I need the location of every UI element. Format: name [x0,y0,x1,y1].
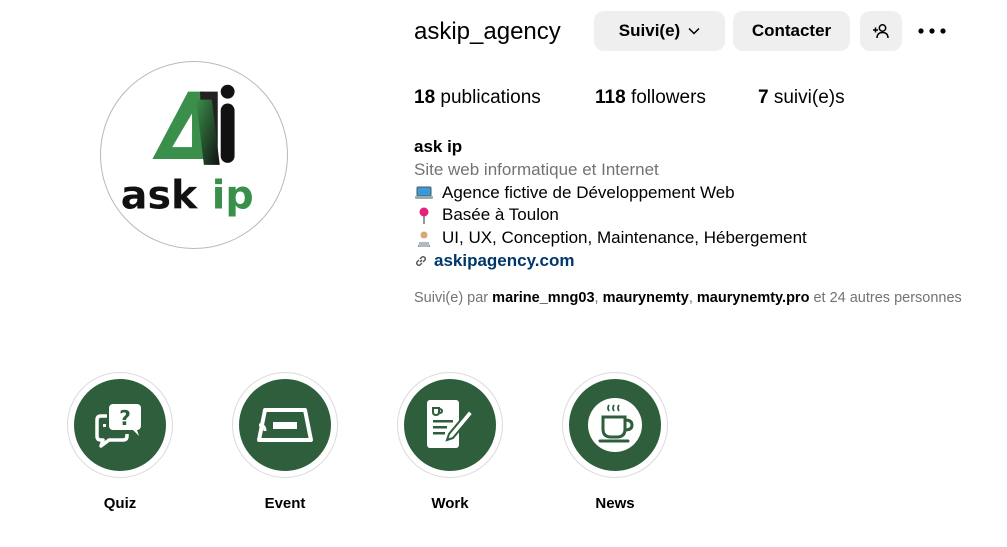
publications-label: publications [440,87,541,108]
highlight-label: Event [264,495,306,512]
bio-line: Agence fictive de Développement Web [414,182,807,205]
followed-by-prefix: Suivi(e) par [414,290,489,306]
highlight-quiz[interactable]: ? Quiz [67,372,173,512]
contact-button-label: Contacter [751,21,832,40]
highlight-ring [232,372,338,478]
highlight-label: Work [431,495,469,512]
highlight-cover [239,379,331,471]
bio-line: Basée à Toulon [414,204,807,227]
logo-ip-text: ip [212,172,254,218]
stat-followers[interactable]: 118 followers [595,87,706,109]
followed-by-user[interactable]: maurynemty.pro [697,290,810,306]
highlight-event[interactable]: Event [232,372,338,512]
suggested-accounts-button[interactable] [860,11,902,51]
bio-line-text: UI, UX, Conception, Maintenance, Héberge… [442,228,807,248]
highlight-cover [569,379,661,471]
followers-count: 118 [595,87,626,108]
more-options-button[interactable] [916,23,948,39]
document-edit-icon [427,400,475,448]
highlight-news[interactable]: News [562,372,668,512]
stat-following[interactable]: 7 suivi(e)s [758,87,845,109]
profile-bio: ask ip Site web informatique et Internet… [414,136,807,273]
add-person-icon [873,24,889,39]
website-link[interactable]: askipagency.com [414,250,807,273]
following-label: suivi(e)s [773,87,845,108]
highlight-ring: ? [67,372,173,478]
pushpin-icon [414,206,434,226]
highlight-ring [397,372,503,478]
highlight-cover [404,379,496,471]
link-icon [416,256,426,267]
contact-button[interactable]: Contacter [733,11,850,51]
username: askip_agency [414,18,561,45]
following-count: 7 [758,87,769,108]
laptop-icon [414,183,434,203]
askip-logo: ask ip [121,84,254,218]
following-button[interactable]: Suivi(e) [594,11,725,51]
followed-by[interactable]: Suivi(e) par marine_mng03, maurynemty, m… [414,290,962,306]
logo-ask-text: ask [121,172,199,218]
following-button-label: Suivi(e) [618,21,681,40]
bio-line-text: Agence fictive de Développement Web [442,182,735,202]
highlight-label: News [595,495,635,512]
followed-by-separator: , [594,290,599,306]
coffee-cup-icon [588,398,642,452]
chevron-down-icon [688,27,700,35]
followed-by-suffix: et 24 autres personnes [813,290,962,306]
publications-count: 18 [414,87,436,108]
profile-avatar[interactable]: ask ip [100,61,288,249]
highlight-label: Quiz [103,495,137,512]
highlight-ring [562,372,668,478]
followed-by-user[interactable]: marine_mng03 [492,290,594,306]
followed-by-user[interactable]: maurynemty [603,290,689,306]
svg-text:?: ? [119,406,131,430]
profile-category: Site web informatique et Internet [414,159,659,179]
highlight-work[interactable]: Work [397,372,503,512]
technologist-icon [414,229,434,249]
stat-publications: 18 publications [414,87,541,109]
bio-line-text: Basée à Toulon [442,205,559,225]
profile-name: ask ip [414,137,463,156]
website-link-text: askipagency.com [434,250,575,270]
ticket-icon [257,408,313,442]
highlight-cover: ? [74,379,166,471]
question-chat-icon: ? [95,404,141,448]
bio-line: UI, UX, Conception, Maintenance, Héberge… [414,227,807,250]
more-horizontal-icon [918,28,946,34]
followers-label: followers [630,87,706,108]
followed-by-separator: , [688,290,693,306]
